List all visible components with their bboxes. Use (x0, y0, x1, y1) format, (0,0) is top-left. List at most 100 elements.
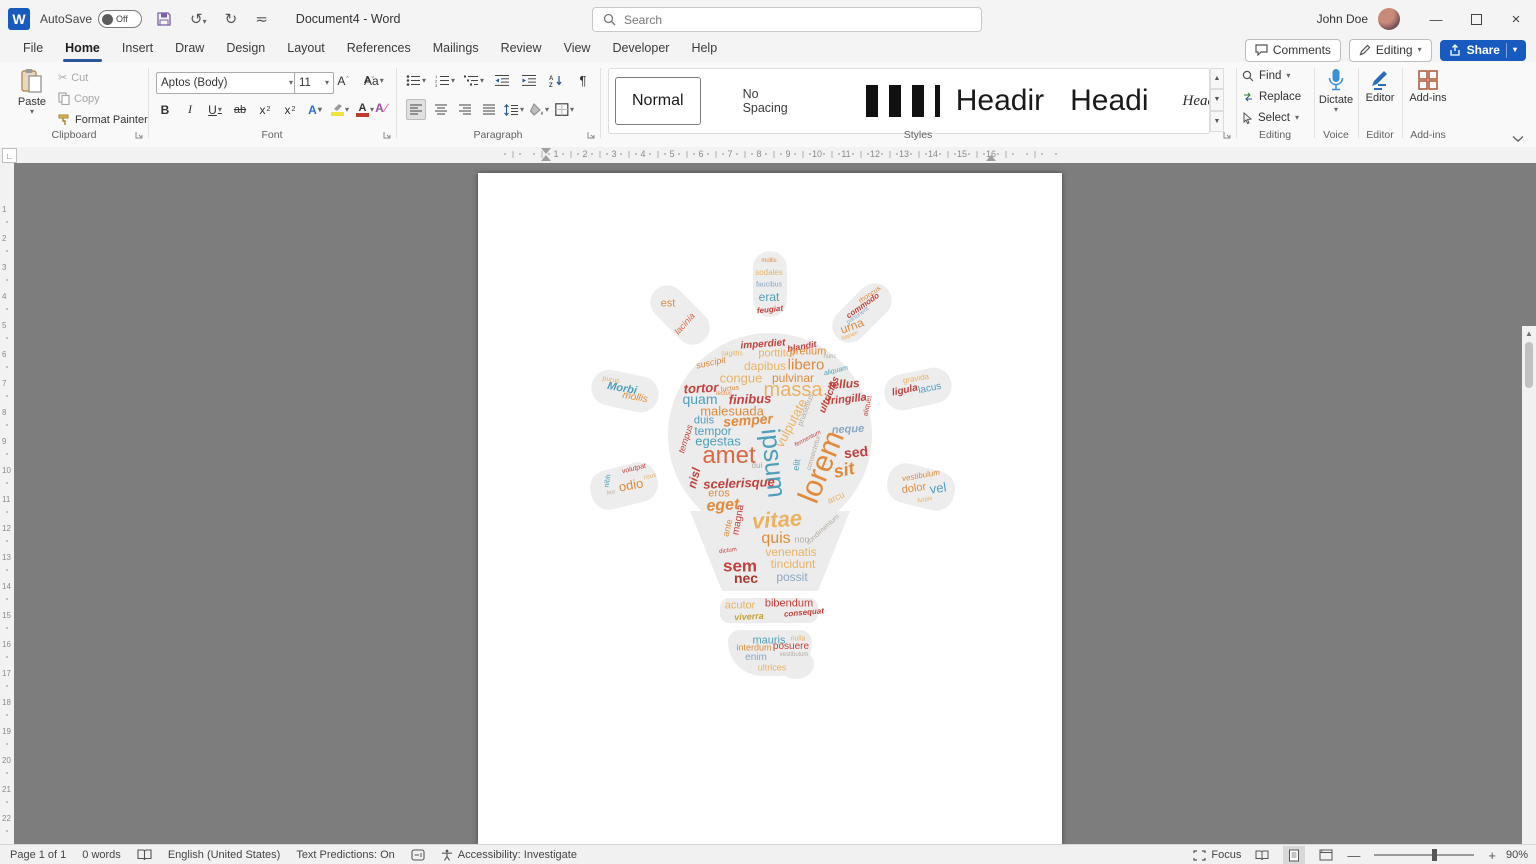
comments-button[interactable]: Comments (1244, 38, 1341, 62)
tab-help[interactable]: Help (680, 38, 728, 62)
justify-button[interactable] (480, 100, 498, 119)
bold-button[interactable]: B (156, 100, 174, 119)
tab-file[interactable]: File (12, 38, 54, 62)
show-formatting-marks-button[interactable]: ¶ (574, 71, 592, 90)
dictate-button[interactable]: Dictate ▾ (1316, 68, 1356, 114)
web-layout-button[interactable] (1315, 846, 1337, 864)
autosave-switch[interactable]: Off (98, 10, 143, 28)
numbered-list-button[interactable]: 1 2 3 ▾ (435, 71, 455, 90)
text-predictions-icon[interactable] (411, 849, 425, 861)
grow-font-button[interactable]: Aˆ (334, 71, 352, 90)
styles-dialog-launcher[interactable] (1222, 130, 1232, 140)
undo-button[interactable]: ↺▾ (186, 10, 211, 28)
tab-design[interactable]: Design (215, 38, 276, 62)
styles-scroll-down-button[interactable]: ▼ (1210, 89, 1224, 111)
zoom-in-button[interactable]: + (1488, 848, 1496, 863)
tab-references[interactable]: References (336, 38, 422, 62)
zoom-slider-thumb[interactable] (1432, 849, 1438, 861)
tab-draw[interactable]: Draw (164, 38, 215, 62)
language-indicator[interactable]: English (United States) (168, 849, 281, 861)
style-heading2[interactable]: Headi (1070, 84, 1148, 118)
word-logo-icon[interactable]: W (8, 8, 30, 30)
style-no-spacing[interactable]: No Spacing (743, 87, 788, 115)
close-button[interactable]: × (1496, 0, 1536, 38)
collapse-ribbon-button[interactable] (1512, 135, 1524, 143)
vertical-scrollbar[interactable]: ▲ (1522, 326, 1536, 844)
style-preview-bars[interactable] (865, 85, 940, 117)
focus-mode-button[interactable]: Focus (1193, 849, 1241, 861)
strikethrough-button[interactable]: ab (231, 100, 249, 119)
align-right-button[interactable] (456, 100, 474, 119)
copy-button[interactable]: Copy (58, 92, 100, 105)
sort-button[interactable]: AZ (547, 71, 565, 90)
redo-button[interactable]: ↻ (221, 10, 242, 28)
superscript-button[interactable]: x2 (281, 100, 299, 119)
text-effects-button[interactable]: A ▾ (306, 100, 324, 119)
tab-view[interactable]: View (553, 38, 602, 62)
shading-button[interactable]: ▾ (530, 100, 549, 119)
scrollbar-thumb[interactable] (1525, 342, 1533, 388)
bullet-list-button[interactable]: ▾ (406, 71, 426, 90)
share-button[interactable]: Share ▾ (1439, 39, 1526, 61)
decrease-indent-button[interactable] (493, 71, 511, 90)
underline-button[interactable]: U ▾ (206, 100, 224, 119)
wordcloud-word: nisl (684, 466, 704, 490)
style-normal[interactable]: Normal (615, 77, 701, 125)
accessibility-status[interactable]: Accessibility: Investigate (441, 849, 577, 861)
text-predictions[interactable]: Text Predictions: On (296, 849, 394, 861)
tab-review[interactable]: Review (490, 38, 553, 62)
paragraph-dialog-launcher[interactable] (586, 130, 596, 140)
tab-mailings[interactable]: Mailings (422, 38, 490, 62)
clipboard-dialog-launcher[interactable] (134, 130, 144, 140)
multilevel-list-button[interactable]: ▾ (464, 71, 484, 90)
word-count[interactable]: 0 words (82, 849, 121, 861)
tab-developer[interactable]: Developer (601, 38, 680, 62)
paste-button[interactable]: Paste ▾ (14, 68, 50, 116)
document-page[interactable]: mollis sodales faucibus erat feugiat est lacin… (478, 173, 1062, 844)
zoom-slider[interactable] (1374, 849, 1475, 861)
increase-indent-button[interactable] (520, 71, 538, 90)
borders-button[interactable]: ▾ (555, 100, 574, 119)
page-indicator[interactable]: Page 1 of 1 (10, 849, 66, 861)
customize-quick-access-icon[interactable]: ≂ (251, 10, 272, 28)
replace-button[interactable]: Replace (1242, 91, 1301, 103)
find-button[interactable]: Find ▾ (1242, 70, 1290, 82)
line-spacing-button[interactable]: ▾ (504, 100, 524, 119)
highlight-button[interactable]: ▾ (331, 100, 349, 119)
tab-insert[interactable]: Insert (111, 38, 164, 62)
zoom-out-button[interactable]: — (1347, 848, 1360, 863)
select-button[interactable]: Select ▾ (1242, 112, 1299, 124)
tab-stop-selector[interactable]: ∟ (2, 148, 17, 163)
style-heading3[interactable]: Heading 3 (1183, 93, 1210, 110)
subscript-button[interactable]: x2 (256, 100, 274, 119)
user-avatar[interactable] (1378, 8, 1400, 30)
minimize-button[interactable]: — (1416, 0, 1456, 38)
proofing-icon[interactable] (137, 849, 152, 861)
search-input[interactable]: Search (592, 7, 982, 32)
tab-home[interactable]: Home (54, 38, 111, 62)
font-dialog-launcher[interactable] (382, 130, 392, 140)
restore-button[interactable] (1456, 0, 1496, 38)
format-painter-button[interactable]: Format Painter (58, 113, 148, 126)
print-layout-button[interactable] (1283, 846, 1306, 864)
zoom-level[interactable]: 90% (1506, 849, 1528, 861)
autosave-toggle[interactable]: AutoSave Off (40, 10, 143, 28)
read-mode-button[interactable] (1251, 846, 1273, 864)
style-heading1[interactable]: Headir (956, 84, 1044, 118)
change-case-button[interactable]: Aa ▾ (364, 71, 384, 90)
editing-mode-button[interactable]: Editing ▾ (1348, 38, 1432, 62)
clear-formatting-button[interactable]: A ∕ (372, 98, 390, 117)
italic-button[interactable]: I (181, 100, 199, 119)
styles-scroll-up-button[interactable]: ▲ (1210, 68, 1224, 90)
save-button[interactable] (152, 11, 176, 27)
cut-button[interactable]: ✂ Cut (58, 71, 88, 85)
tab-layout[interactable]: Layout (276, 38, 336, 62)
align-center-button[interactable] (432, 100, 450, 119)
font-size-select[interactable]: 11 ▾ (294, 72, 334, 94)
align-left-button[interactable] (406, 99, 426, 120)
font-family-select[interactable]: Aptos (Body) ▾ (156, 72, 298, 94)
editor-button[interactable]: Editor (1360, 68, 1400, 104)
scroll-up-icon[interactable]: ▲ (1522, 326, 1536, 340)
hanging-indent-marker[interactable] (541, 155, 551, 161)
addins-button[interactable]: Add-ins (1406, 68, 1450, 104)
